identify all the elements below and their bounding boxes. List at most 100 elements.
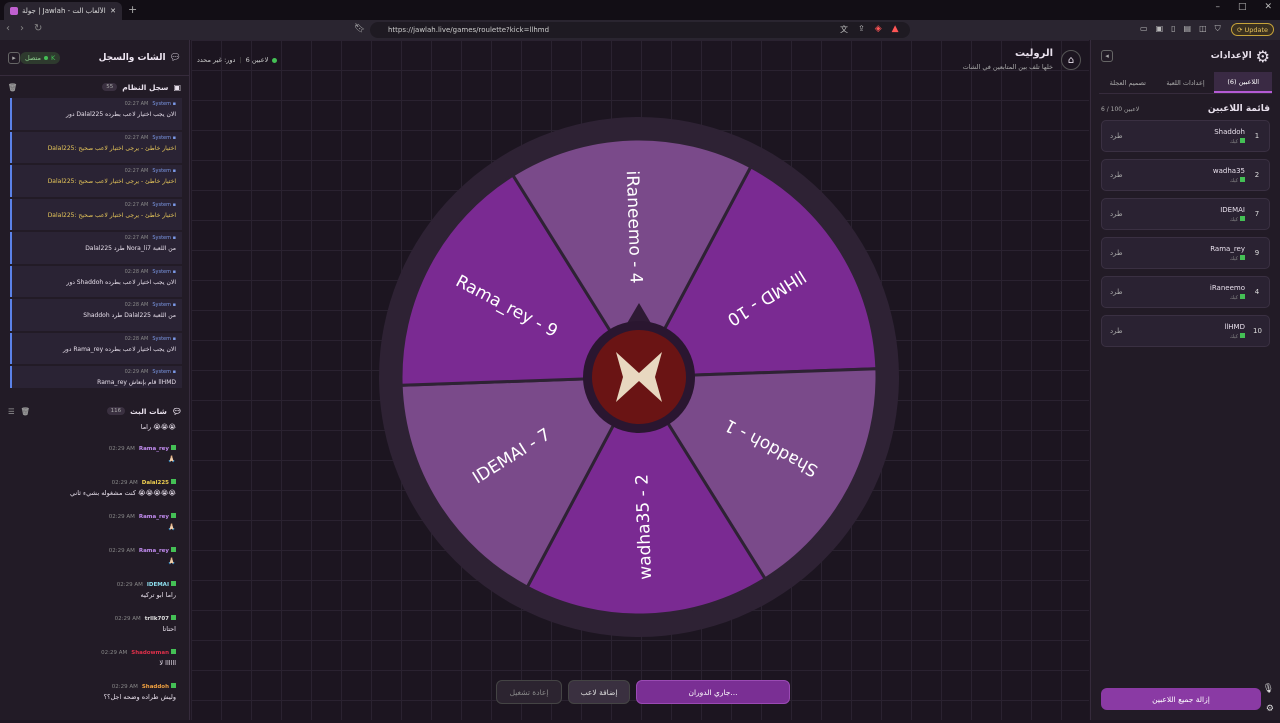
- log-entry: 02:27 AM System ▪ Dalal225: اختيار خاطئ - …: [10, 198, 182, 230]
- chat-username[interactable]: Shaddoh: [142, 684, 169, 690]
- chat-message: 02:29 AM Rama_rey 🙏🏻: [0, 445, 190, 479]
- chat-text: 🙏🏻: [167, 455, 176, 463]
- chat-username[interactable]: trllk707: [145, 616, 169, 622]
- kick-badge-icon: [1240, 176, 1245, 182]
- chat-username[interactable]: Rama_rey: [139, 514, 169, 520]
- log-message: Dalal225: اختيار خاطئ - يرجى اختيار لاعب…: [47, 178, 176, 185]
- close-tab-icon[interactable]: ✕: [110, 7, 116, 15]
- system-log-list[interactable]: 02:27 AM System ▪ دور Dalal225 الان يجب اخ…: [0, 98, 190, 388]
- favicon-icon: [10, 7, 18, 15]
- kick-player-button[interactable]: طرد: [1110, 327, 1123, 335]
- chat-username[interactable]: Rama_rey: [139, 548, 169, 554]
- trash-icon[interactable]: 🗑︎: [8, 83, 18, 92]
- sidebar-icon[interactable]: ▯: [1171, 24, 1175, 34]
- chat-time: 02:29 AM: [108, 446, 135, 452]
- log-time: 02:28 AM: [124, 302, 149, 308]
- trash-icon[interactable]: 🗑︎: [21, 407, 31, 416]
- log-meta: 02:27 AM System ▪: [18, 135, 176, 141]
- wallet-icon[interactable]: ▤: [1184, 24, 1192, 34]
- screenshot-icon[interactable]: ▣: [1156, 24, 1164, 34]
- remove-all-players-button[interactable]: إزالة جميع اللاعبين: [1101, 688, 1261, 710]
- update-button[interactable]: ⟳ Update: [1231, 23, 1274, 36]
- player-name: wadha35: [1212, 166, 1245, 175]
- player-number: 1: [1254, 132, 1260, 140]
- chat-time: 02:29 AM: [108, 514, 135, 520]
- close-window-icon[interactable]: ✕: [1264, 2, 1272, 12]
- translate-icon[interactable]: 文: [840, 24, 848, 35]
- chat-username[interactable]: Dalal225: [142, 480, 169, 486]
- spin-button[interactable]: جاري الدوران...: [636, 680, 790, 704]
- log-entry: 02:27 AM System ▪ Dalal225: اختيار خاطئ - …: [10, 165, 182, 197]
- tab-0[interactable]: اللاعبين (6): [1214, 72, 1273, 93]
- brave-rewards-icon[interactable]: ▲: [892, 24, 899, 35]
- chat-panel-header: ▸ متصل K الشات والسجل 💬︎: [0, 40, 189, 76]
- tab-1[interactable]: إعدادات اللعبة: [1157, 72, 1215, 93]
- new-tab-button[interactable]: +: [128, 3, 137, 16]
- share-icon[interactable]: ⇪: [858, 24, 865, 35]
- system-icon: ▪: [171, 335, 176, 342]
- log-entry: 02:28 AM System ▪ Shaddoh طرد Dalal225 من …: [10, 299, 182, 331]
- back-icon[interactable]: ‹: [6, 23, 10, 34]
- log-time: 02:27 AM: [124, 168, 149, 174]
- player-list: طرد Shaddoh كيك 1 طرد wadha35 كيك 2 طرد IDEMAI كيك…: [1091, 120, 1280, 347]
- system-icon: ▪: [171, 235, 176, 241]
- minimize-icon[interactable]: –: [1215, 2, 1220, 12]
- list-icon[interactable]: ☰: [8, 407, 15, 416]
- player-platform: كيك: [1210, 293, 1245, 301]
- vpn-icon[interactable]: ◫: [1199, 24, 1207, 34]
- chat-meta: 02:29 AM trllk707: [6, 615, 176, 622]
- tab-2[interactable]: تصميم العجلة: [1099, 72, 1157, 93]
- browser-tab[interactable]: جولة | Jawlah - منصة الألعاب الت... ✕: [4, 2, 122, 20]
- roulette-wheel[interactable]: llHMD - 10 Shaddoh - 1 wadha35 - 2 IDEMAI -…: [379, 117, 899, 641]
- home-icon[interactable]: ⌂: [1061, 50, 1081, 70]
- player-name: Shaddoh: [1214, 127, 1245, 136]
- player-number: 10: [1253, 327, 1262, 335]
- bookmark-icon[interactable]: 🔖︎: [354, 24, 365, 34]
- log-entry: 02:28 AM System ▪ دور Shaddoh الان يجب اخت…: [10, 265, 182, 297]
- chat-message: 02:29 AM IDEMAI راما ابو تركيه: [0, 581, 190, 615]
- gear-icon: ⚙: [1255, 46, 1270, 66]
- chat-username[interactable]: IDEMAI: [147, 582, 169, 588]
- status-label: متصل: [25, 53, 42, 62]
- brave-shield-icon[interactable]: ◈: [875, 24, 882, 35]
- collapse-settings-icon[interactable]: ◂: [1101, 50, 1113, 62]
- extensions-icon[interactable]: ▭: [1140, 24, 1148, 34]
- address-bar-row: ‹ › ↻ 🔖︎ https://jawlah.live/games/roule…: [0, 20, 1280, 40]
- log-message: Rama_rey قام بإنعاش llHMD: [97, 379, 176, 386]
- live-chat-list[interactable]: راما 😭😭😭 02:29 AM Rama_rey 🙏🏻 02:29 AM Dalal2…: [0, 423, 190, 723]
- restart-button[interactable]: إعادة تشغيل: [496, 680, 562, 704]
- kick-sub-label: كيك: [1229, 255, 1238, 262]
- kick-badge-icon: [1240, 137, 1245, 143]
- log-meta: 02:28 AM System ▪: [18, 336, 176, 342]
- log-entry: 02:27 AM System ▪ Dalal225: اختيار خاطئ - …: [10, 131, 182, 163]
- kick-sub-label: كيك: [1229, 138, 1238, 145]
- player-name-col: iRaneemo كيك: [1210, 284, 1245, 301]
- maximize-icon[interactable]: □: [1238, 2, 1247, 12]
- kick-player-button[interactable]: طرد: [1110, 249, 1123, 257]
- kick-player-button[interactable]: طرد: [1110, 210, 1123, 218]
- log-meta: 02:27 AM System ▪: [18, 202, 176, 208]
- system-log-title: سجل النظام: [122, 82, 169, 92]
- add-player-button[interactable]: إضافة لاعب: [568, 680, 630, 704]
- chat-username[interactable]: Shadowman: [131, 650, 169, 656]
- log-icon: ▣: [173, 82, 181, 92]
- wheel-svg[interactable]: llHMD - 10Shaddoh - 1wadha35 - 2IDEMAI -…: [379, 117, 899, 637]
- chat-text: احتاتا: [162, 625, 176, 633]
- log-entry: 02:29 AM System ▪ Rama_rey قام بإنعاش llHM…: [10, 366, 182, 388]
- log-sender: System: [152, 335, 172, 342]
- kick-player-button[interactable]: طرد: [1110, 132, 1123, 140]
- game-title: الروليت: [1014, 48, 1053, 59]
- kick-player-button[interactable]: طرد: [1110, 288, 1123, 296]
- kick-player-button[interactable]: طرد: [1110, 171, 1123, 179]
- chat-username[interactable]: Rama_rey: [139, 446, 169, 452]
- player-platform: كيك: [1213, 176, 1245, 184]
- url-field[interactable]: https://jawlah.live/games/roulette?kick=…: [370, 22, 910, 38]
- log-time: 02:27 AM: [124, 201, 149, 208]
- shield-icon[interactable]: ⛉: [1215, 24, 1221, 34]
- game-area: ⌂ الروليت خلها تلف بين المتابعين في الشا…: [191, 40, 1089, 720]
- mic-icon[interactable]: 🎙︎: [1263, 684, 1274, 694]
- forward-icon[interactable]: ›: [20, 23, 24, 34]
- settings-icon[interactable]: ⚙: [1266, 704, 1274, 714]
- collapse-panel-icon[interactable]: ▸: [8, 51, 20, 64]
- reload-icon[interactable]: ↻: [34, 23, 42, 34]
